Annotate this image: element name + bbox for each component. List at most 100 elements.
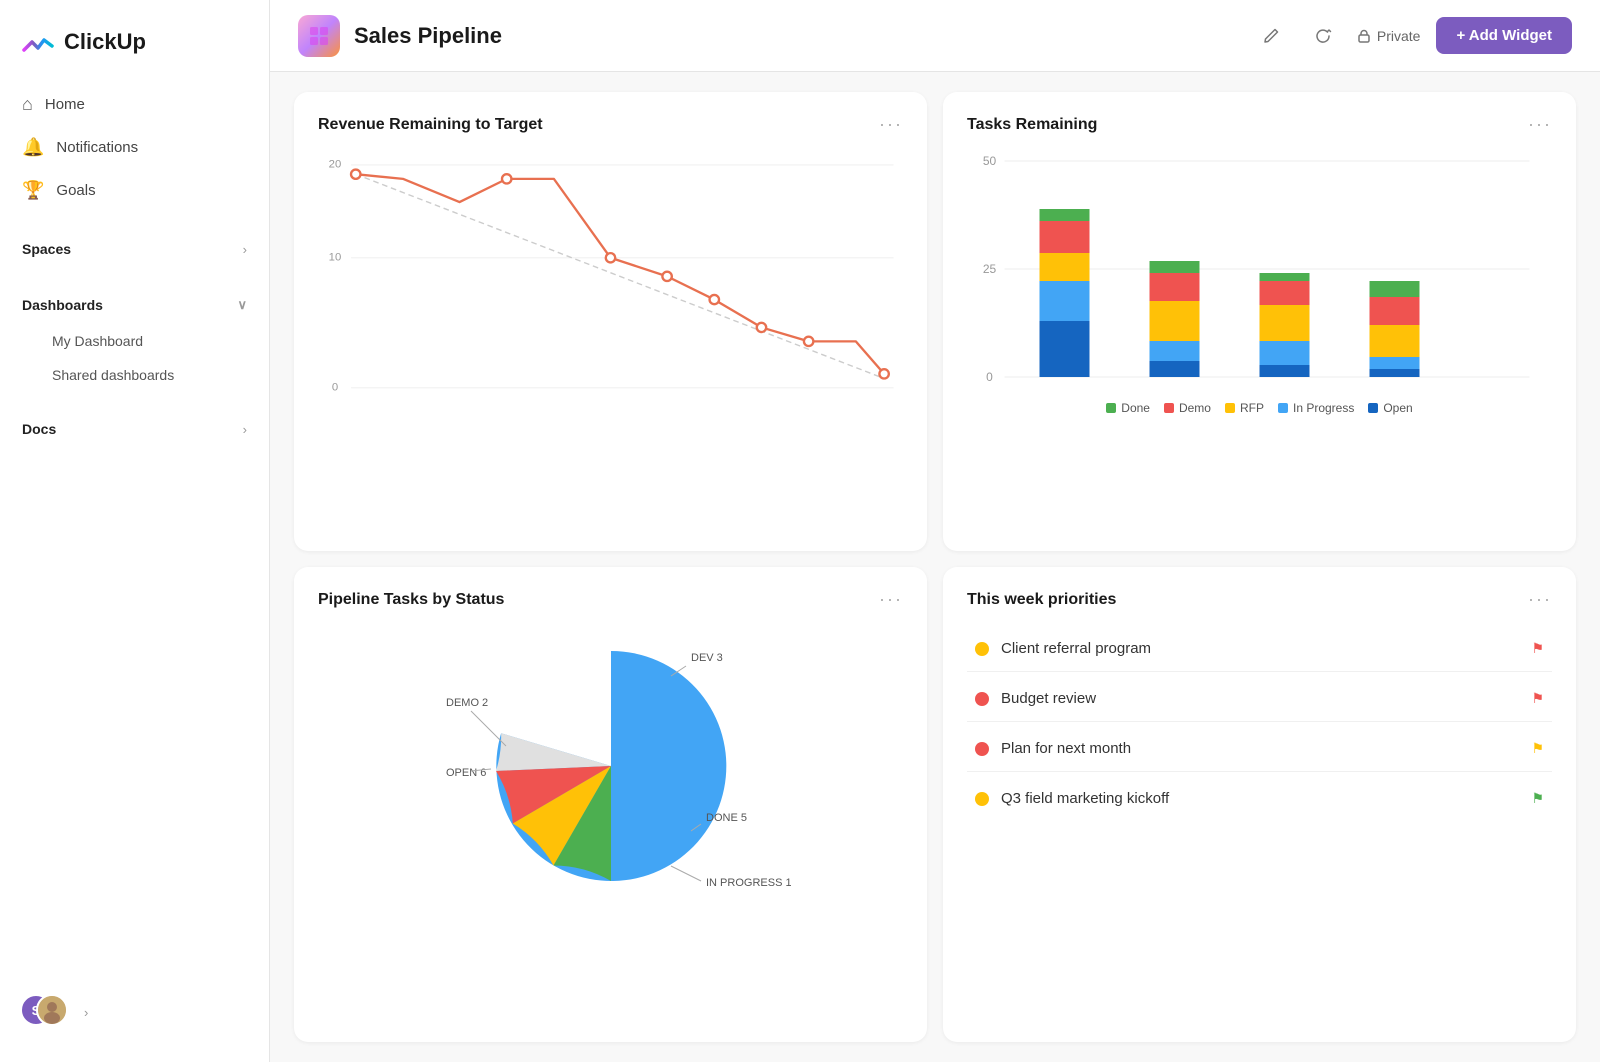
priority-name-1: Client referral program — [1001, 640, 1519, 657]
svg-text:50: 50 — [983, 154, 997, 168]
pie-label-inprogress: IN PROGRESS 18 — [706, 877, 791, 889]
svg-text:10: 10 — [329, 252, 342, 264]
shared-dashboards-label: Shared dashboards — [52, 367, 174, 383]
bar-4 — [1370, 281, 1420, 377]
revenue-widget-menu[interactable]: ··· — [879, 114, 903, 135]
sidebar-item-dashboards[interactable]: Dashboards ∨ — [8, 287, 261, 323]
priorities-widget-header: This week priorities ··· — [967, 589, 1552, 610]
pie-label-dev: DEV 3 — [691, 652, 723, 664]
priority-item-1: Client referral program ⚑ — [967, 626, 1552, 672]
bar-1 — [1040, 209, 1090, 377]
priority-flag-3: ⚑ — [1531, 740, 1544, 757]
lock-icon — [1357, 29, 1371, 43]
sidebar-item-home-label: Home — [45, 96, 247, 113]
footer-chevron-icon[interactable]: › — [84, 1005, 88, 1020]
legend-rfp-label: RFP — [1240, 401, 1264, 415]
avatar2-img — [38, 996, 66, 1024]
legend-demo-label: Demo — [1179, 401, 1211, 415]
legend-inprogress: In Progress — [1278, 401, 1354, 415]
tasks-remaining-widget: Tasks Remaining ··· 50 25 0 — [943, 92, 1576, 551]
legend-open: Open — [1368, 401, 1412, 415]
legend-open-label: Open — [1383, 401, 1412, 415]
priorities-widget-menu[interactable]: ··· — [1528, 589, 1552, 610]
revenue-chart: 20 10 0 — [318, 151, 903, 411]
page-title: Sales Pipeline — [354, 23, 1239, 49]
priority-name-4: Q3 field marketing kickoff — [1001, 790, 1519, 807]
refresh-icon — [1313, 26, 1333, 46]
tasks-widget-title: Tasks Remaining — [967, 116, 1097, 134]
notifications-icon: 🔔 — [22, 137, 44, 158]
my-dashboard-label: My Dashboard — [52, 333, 143, 349]
priority-list: Client referral program ⚑ Budget review … — [967, 626, 1552, 821]
avatar-group: S — [20, 994, 72, 1030]
sidebar-footer: S › — [0, 978, 269, 1046]
tasks-widget-menu[interactable]: ··· — [1528, 114, 1552, 135]
sidebar-item-my-dashboard[interactable]: My Dashboard — [8, 325, 261, 357]
bar-3 — [1260, 273, 1310, 377]
pipeline-chart: DEV 3 DONE 5 IN PROGRESS 18 OPEN 6 DEMO … — [318, 626, 903, 906]
pipeline-widget-title: Pipeline Tasks by Status — [318, 591, 504, 609]
bar-chart-legend: Done Demo RFP In Progress Open — [967, 401, 1552, 415]
sidebar-item-shared-dashboards[interactable]: Shared dashboards — [8, 359, 261, 391]
sidebar-item-spaces[interactable]: Spaces › — [8, 231, 261, 267]
revenue-widget-header: Revenue Remaining to Target ··· — [318, 114, 903, 135]
inprogress-color-dot — [1278, 403, 1288, 413]
topbar-actions: Private + Add Widget — [1253, 17, 1572, 54]
tasks-chart-svg: 50 25 0 — [967, 151, 1552, 391]
revenue-widget: Revenue Remaining to Target ··· 20 10 0 — [294, 92, 927, 551]
priority-dot-1 — [975, 642, 989, 656]
tasks-widget-header: Tasks Remaining ··· — [967, 114, 1552, 135]
rfp-color-dot — [1225, 403, 1235, 413]
legend-demo: Demo — [1164, 401, 1211, 415]
svg-text:0: 0 — [986, 370, 993, 384]
docs-chevron-icon: › — [243, 422, 247, 437]
priority-item-2: Budget review ⚑ — [967, 676, 1552, 722]
private-label: Private — [1377, 28, 1421, 44]
goals-icon: 🏆 — [22, 180, 44, 201]
pipeline-widget-header: Pipeline Tasks by Status ··· — [318, 589, 903, 610]
svg-text:0: 0 — [332, 382, 338, 394]
priorities-widget: This week priorities ··· Client referral… — [943, 567, 1576, 1042]
clickup-logo-icon — [20, 24, 56, 60]
priority-flag-2: ⚑ — [1531, 690, 1544, 707]
done-color-dot — [1106, 403, 1116, 413]
priority-item-3: Plan for next month ⚑ — [967, 726, 1552, 772]
priority-name-2: Budget review — [1001, 690, 1519, 707]
logo-text: ClickUp — [64, 29, 146, 55]
add-widget-button[interactable]: + Add Widget — [1436, 17, 1572, 54]
refresh-button[interactable] — [1305, 18, 1341, 54]
legend-done-label: Done — [1121, 401, 1150, 415]
pie-chart-svg: DEV 3 DONE 5 IN PROGRESS 18 OPEN 6 DEMO … — [431, 626, 791, 906]
sidebar-item-home[interactable]: ⌂ Home — [8, 84, 261, 125]
dashboards-label: Dashboards — [22, 297, 225, 313]
spaces-chevron-icon: › — [243, 242, 247, 257]
logo-area: ClickUp — [0, 16, 269, 84]
grid-icon — [307, 24, 331, 48]
sidebar-item-notifications-label: Notifications — [56, 139, 247, 156]
priority-dot-2 — [975, 692, 989, 706]
tasks-chart: 50 25 0 — [967, 151, 1552, 391]
sidebar-item-goals-label: Goals — [56, 182, 247, 199]
home-icon: ⌂ — [22, 94, 33, 115]
pipeline-tasks-widget: Pipeline Tasks by Status ··· — [294, 567, 927, 1042]
priority-flag-1: ⚑ — [1531, 640, 1544, 657]
svg-text:20: 20 — [329, 159, 342, 171]
bar-2 — [1150, 261, 1200, 377]
priority-item-4: Q3 field marketing kickoff ⚑ — [967, 776, 1552, 821]
pie-label-open: OPEN 6 — [446, 767, 486, 779]
revenue-chart-svg: 20 10 0 — [318, 151, 903, 411]
edit-button[interactable] — [1253, 18, 1289, 54]
legend-inprogress-label: In Progress — [1293, 401, 1354, 415]
priorities-widget-title: This week priorities — [967, 591, 1116, 609]
sidebar-item-docs[interactable]: Docs › — [8, 411, 261, 447]
spaces-label: Spaces — [22, 241, 231, 257]
sidebar: ClickUp ⌂ Home 🔔 Notifications 🏆 Goals S… — [0, 0, 270, 1062]
sidebar-item-goals[interactable]: 🏆 Goals — [8, 170, 261, 211]
sidebar-item-notifications[interactable]: 🔔 Notifications — [8, 127, 261, 168]
pie-label-demo: DEMO 2 — [446, 697, 488, 709]
avatar-user2 — [36, 994, 68, 1026]
legend-done: Done — [1106, 401, 1150, 415]
legend-rfp: RFP — [1225, 401, 1264, 415]
pipeline-widget-menu[interactable]: ··· — [879, 589, 903, 610]
sidebar-nav: ⌂ Home 🔔 Notifications 🏆 Goals Spaces › … — [0, 84, 269, 447]
